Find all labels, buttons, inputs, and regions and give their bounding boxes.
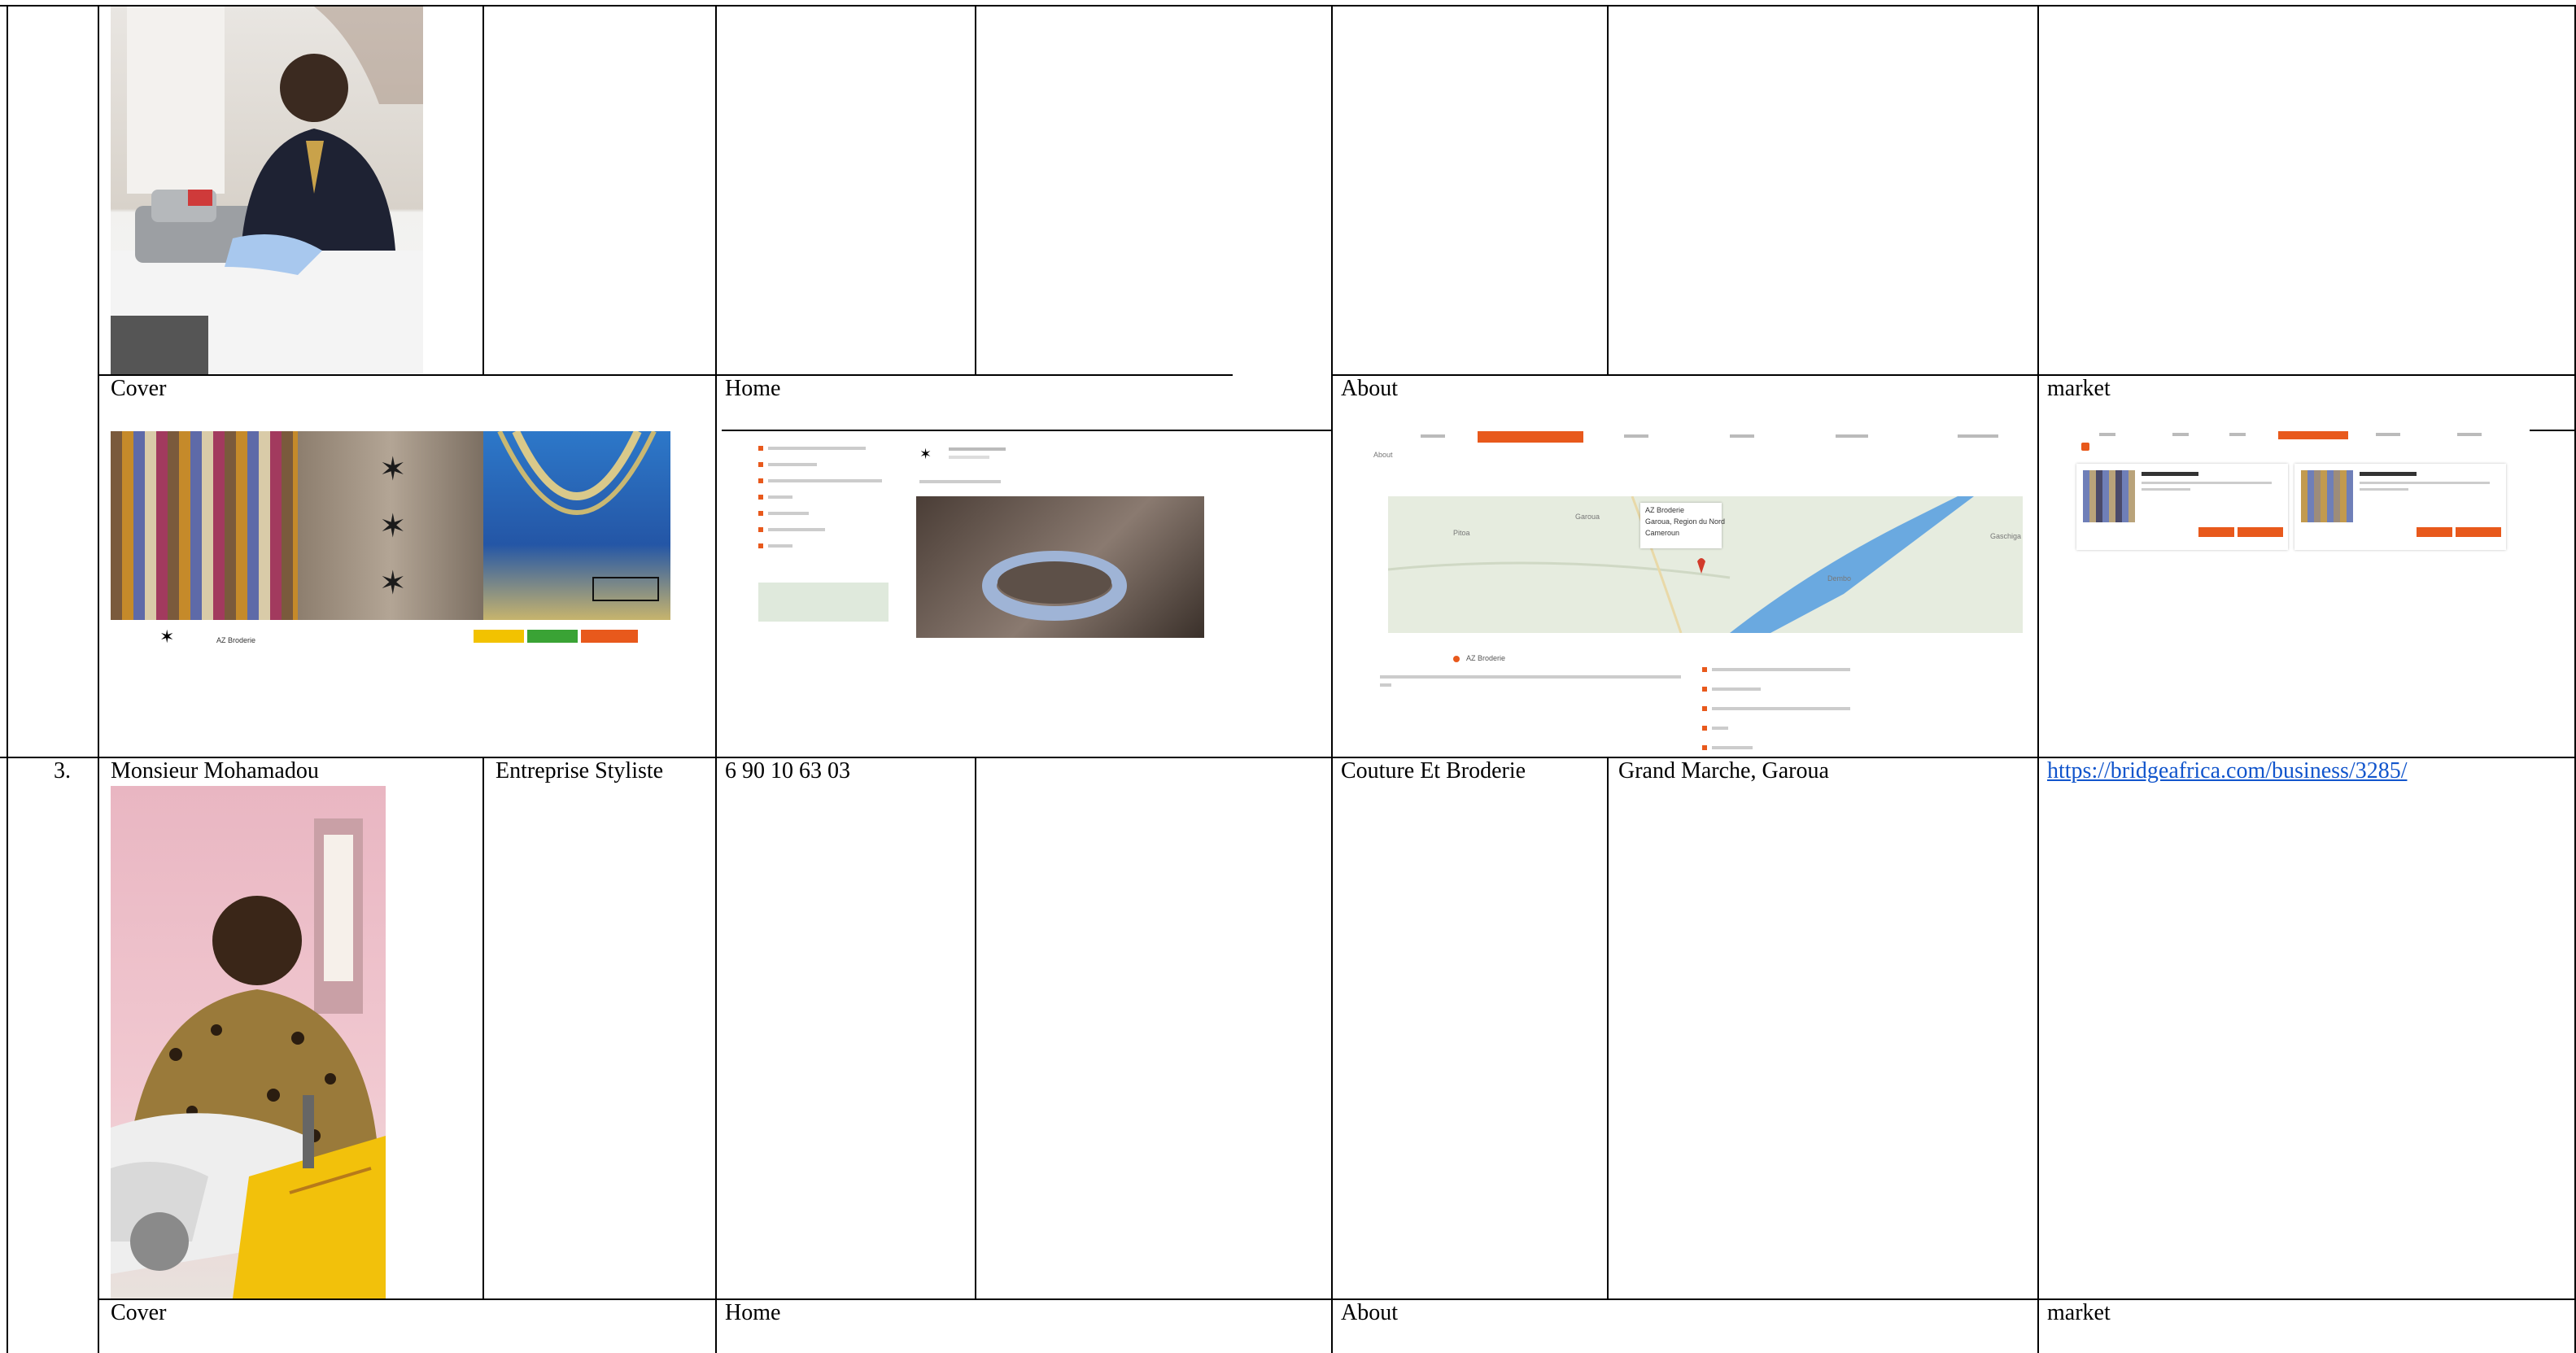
embroidery-image: ✶ ✶ ✶	[298, 431, 483, 620]
caption-border	[2530, 430, 2576, 431]
gown-image	[483, 431, 670, 620]
about-heading: About	[1373, 451, 1393, 459]
product-card-button[interactable]	[2456, 527, 2501, 537]
cover-button-green[interactable]	[527, 630, 578, 643]
business-logo-icon: ✶	[159, 626, 175, 647]
home-logo-icon: ✶	[919, 446, 932, 462]
product-card-button[interactable]	[2417, 527, 2452, 537]
product-card[interactable]	[2294, 464, 2506, 550]
col-border	[98, 5, 99, 1353]
map-place-label: Dembo	[1827, 574, 1852, 583]
caption-about: About	[1341, 1300, 1398, 1325]
business-url-link[interactable]: https://bridgeafrica.com/business/3285/	[2047, 758, 2407, 784]
svg-text:✶: ✶	[379, 508, 407, 544]
owner-photo	[111, 7, 423, 374]
col-border	[482, 5, 484, 374]
product-card-button[interactable]	[2198, 527, 2234, 537]
fabric-image	[111, 431, 298, 620]
about-map: Pitoa Garoua Dembo Gaschiga AZ Broderie …	[1387, 495, 2023, 634]
home-sidebar	[758, 446, 889, 622]
caption-border	[2037, 374, 2576, 376]
caption-cover: Cover	[111, 1300, 167, 1325]
about-nav-active-tab[interactable]	[1478, 431, 1583, 443]
caption-home: Home	[725, 1300, 781, 1325]
svg-text:✶: ✶	[379, 565, 407, 601]
caption-market: market	[2047, 376, 2111, 401]
col-border	[2037, 5, 2039, 1353]
cover-button-orange[interactable]	[581, 630, 638, 643]
about-nav	[1347, 431, 2023, 443]
cover-screenshot: ✶ ✶ ✶ ✶ AZ Broderie	[111, 431, 670, 652]
market-screenshot	[2050, 431, 2530, 615]
home-screenshot: ✶	[745, 431, 1233, 644]
col-border	[482, 757, 484, 1298]
owner-photo	[111, 786, 386, 1298]
cover-business-name: AZ Broderie	[216, 636, 256, 644]
caption-cover: Cover	[111, 376, 167, 401]
phone-number: 6 90 10 63 03	[725, 758, 850, 783]
owner-name: Monsieur Mohamadou	[111, 758, 319, 783]
market-cart-icon	[2081, 443, 2089, 451]
product-card[interactable]	[2076, 464, 2288, 550]
col-border	[7, 5, 8, 1353]
business-type: Entreprise Styliste	[496, 758, 664, 783]
home-mini-map	[758, 583, 889, 622]
about-contact-list	[1702, 667, 1865, 757]
row-number: 3.	[54, 758, 71, 783]
cover-button-yellow[interactable]	[474, 630, 524, 643]
caption-about: About	[1341, 376, 1398, 401]
home-post-image	[916, 496, 1204, 638]
location: Grand Marche, Garoua	[1618, 758, 1829, 783]
caption-home: Home	[725, 376, 781, 401]
about-biz-icon	[1453, 656, 1460, 662]
caption-border	[98, 1298, 2576, 1300]
col-border	[975, 757, 976, 1298]
caption-border	[98, 374, 722, 376]
product-card-button[interactable]	[2238, 527, 2283, 537]
col-border	[975, 5, 976, 374]
col-border	[715, 5, 717, 1353]
about-biz-name: AZ Broderie	[1466, 654, 1506, 662]
caption-border	[715, 374, 1233, 376]
map-place-label: Pitoa	[1453, 529, 1470, 537]
col-border	[1331, 5, 1333, 1353]
map-place-label: Garoua	[1575, 513, 1600, 521]
caption-border	[1233, 430, 1331, 431]
about-screenshot: About Pitoa Garoua Dembo Gaschiga AZ Bro…	[1347, 431, 2023, 757]
map-place-label: Gaschiga	[1990, 532, 2022, 540]
svg-text:✶: ✶	[379, 451, 407, 487]
map-popup: AZ Broderie Garoua, Region du Nord Camer…	[1640, 503, 1725, 548]
col-border	[1607, 757, 1609, 1298]
caption-market: market	[2047, 1300, 2111, 1325]
activity: Couture Et Broderie	[1341, 758, 1526, 783]
caption-border	[1331, 374, 2037, 376]
market-nav-active-tab[interactable]	[2278, 431, 2348, 439]
col-border	[1607, 5, 1609, 374]
